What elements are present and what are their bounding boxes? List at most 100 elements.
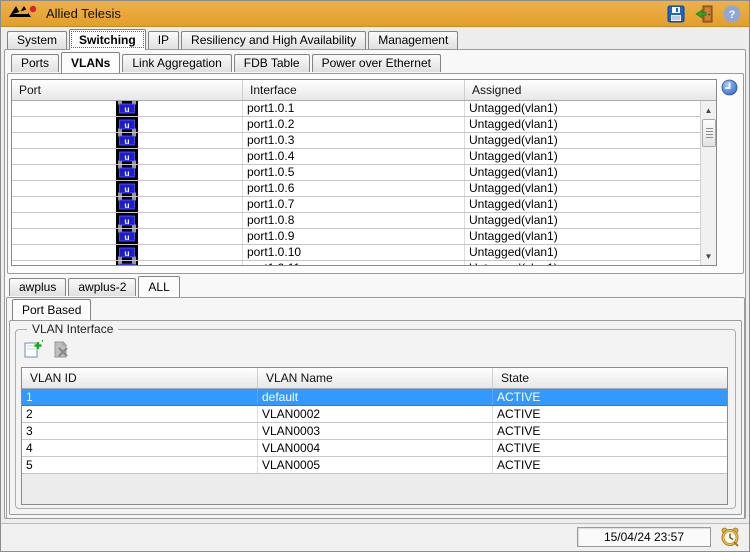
vlan-name-cell: VLAN0004 xyxy=(258,440,493,456)
port-interface-cell: port1.0.10 xyxy=(243,245,465,260)
svg-text:u: u xyxy=(124,136,129,146)
scrollbar-thumb[interactable] xyxy=(702,119,716,147)
vlan-name-cell: VLAN0005 xyxy=(258,457,493,473)
vlan-row[interactable]: 4VLAN0004ACTIVE xyxy=(22,440,727,457)
svg-text:?: ? xyxy=(728,9,735,21)
column-header-vlan-id[interactable]: VLAN ID xyxy=(22,368,258,388)
port-table-scrollbar[interactable]: ▲ ▼ xyxy=(700,101,716,265)
port-assigned-cell: Untagged(vlan1) xyxy=(465,245,701,260)
port-assigned-cell: Untagged(vlan1) xyxy=(465,197,701,212)
vlan-table: VLAN ID VLAN Name State 1defaultACTIVE2V… xyxy=(21,367,728,505)
untagged-port-icon: u xyxy=(116,133,138,148)
polling-clock-icon[interactable] xyxy=(721,79,738,96)
add-vlan-button[interactable] xyxy=(23,339,43,359)
port-table-body: uport1.0.1Untagged(vlan1)uport1.0.2Untag… xyxy=(12,101,701,265)
svg-text:u: u xyxy=(124,232,129,242)
datetime-display: 15/04/24 23:57 xyxy=(577,527,711,547)
untagged-port-icon: u xyxy=(116,165,138,180)
tab-resiliency[interactable]: Resiliency and High Availability xyxy=(181,31,366,49)
vlan-table-header: VLAN ID VLAN Name State xyxy=(22,368,727,389)
port-row[interactable]: u port1.0.8Untagged(vlan1) xyxy=(12,213,701,229)
tab-switching[interactable]: Switching xyxy=(69,29,146,50)
vlan-id-cell: 4 xyxy=(22,440,258,456)
vlan-id-cell: 5 xyxy=(22,457,258,473)
svg-text:u: u xyxy=(124,248,129,258)
port-assigned-cell: Untagged(vlan1) xyxy=(465,101,701,116)
port-row[interactable]: uport1.0.11Untagged(vlan1) xyxy=(12,261,701,265)
port-row[interactable]: uport1.0.2Untagged(vlan1) xyxy=(12,117,701,133)
switching-tab-bar: Ports VLANs Link Aggregation FDB Table P… xyxy=(11,52,443,72)
vlan-row[interactable]: 5VLAN0005ACTIVE xyxy=(22,457,727,474)
port-assigned-cell: Untagged(vlan1) xyxy=(465,165,701,180)
port-row[interactable]: u port1.0.7Untagged(vlan1) xyxy=(12,197,701,213)
column-header-port[interactable]: Port xyxy=(12,80,243,100)
tab-fdb-table[interactable]: FDB Table xyxy=(234,54,310,72)
vlan-id-cell: 3 xyxy=(22,423,258,439)
mode-tab-bar: Port Based xyxy=(12,299,93,319)
vlan-name-cell: VLAN0002 xyxy=(258,406,493,422)
scroll-up-icon[interactable]: ▲ xyxy=(701,103,716,117)
tab-ip[interactable]: IP xyxy=(148,31,179,49)
port-row[interactable]: uport1.0.6Untagged(vlan1) xyxy=(12,181,701,197)
port-row[interactable]: u port1.0.5Untagged(vlan1) xyxy=(12,165,701,181)
vlan-row[interactable]: 1defaultACTIVE xyxy=(22,389,727,406)
untagged-port-icon: u xyxy=(116,261,138,265)
port-row[interactable]: u port1.0.10Untagged(vlan1) xyxy=(12,245,701,261)
port-assigned-cell: Untagged(vlan1) xyxy=(465,117,701,132)
vlan-row[interactable]: 2VLAN0002ACTIVE xyxy=(22,406,727,423)
port-interface-cell: port1.0.8 xyxy=(243,213,465,228)
untagged-port-icon: u xyxy=(116,101,138,116)
tab-awplus-2[interactable]: awplus-2 xyxy=(68,278,136,296)
svg-text:u: u xyxy=(124,216,129,226)
untagged-port-icon: u xyxy=(116,229,138,244)
logout-icon[interactable] xyxy=(694,4,713,23)
untagged-port-icon: u xyxy=(116,181,138,196)
column-header-vlan-name[interactable]: VLAN Name xyxy=(258,368,493,388)
port-assigned-cell: Untagged(vlan1) xyxy=(465,213,701,228)
port-table-header: Port Interface Assigned xyxy=(12,80,716,101)
vlan-state-cell: ACTIVE xyxy=(493,423,727,439)
vlan-id-cell: 1 xyxy=(22,389,258,405)
svg-text:u: u xyxy=(124,264,129,265)
tab-vlans[interactable]: VLANs xyxy=(61,52,120,73)
tab-all[interactable]: ALL xyxy=(138,276,179,297)
vlan-state-cell: ACTIVE xyxy=(493,389,727,405)
title-bar: Allied Telesis xyxy=(1,1,749,27)
column-header-interface[interactable]: Interface xyxy=(243,80,465,100)
untagged-port-icon: u xyxy=(116,197,138,212)
port-interface-cell: port1.0.5 xyxy=(243,165,465,180)
column-header-state[interactable]: State xyxy=(493,368,727,388)
svg-text:u: u xyxy=(124,168,129,178)
vlan-state-cell: ACTIVE xyxy=(493,457,727,473)
vlan-row[interactable]: 3VLAN0003ACTIVE xyxy=(22,423,727,440)
tab-ports[interactable]: Ports xyxy=(11,54,59,72)
svg-text:u: u xyxy=(124,104,129,114)
status-bar: 15/04/24 23:57 xyxy=(1,523,749,551)
vlan-id-cell: 2 xyxy=(22,406,258,422)
scroll-down-icon[interactable]: ▼ xyxy=(701,249,716,263)
vlan-name-cell: default xyxy=(258,389,493,405)
port-row[interactable]: uport1.0.4Untagged(vlan1) xyxy=(12,149,701,165)
column-header-assigned[interactable]: Assigned xyxy=(465,80,716,100)
tab-management[interactable]: Management xyxy=(368,31,458,49)
svg-text:u: u xyxy=(124,184,129,194)
untagged-port-icon: u xyxy=(116,117,138,132)
port-row[interactable]: uport1.0.3Untagged(vlan1) xyxy=(12,133,701,149)
port-interface-cell: port1.0.9 xyxy=(243,229,465,244)
tab-port-based[interactable]: Port Based xyxy=(12,299,91,320)
port-interface-cell: port1.0.7 xyxy=(243,197,465,212)
tab-link-aggregation[interactable]: Link Aggregation xyxy=(122,54,231,72)
save-icon[interactable] xyxy=(666,4,685,23)
help-icon[interactable]: ? xyxy=(722,4,741,23)
svg-text:u: u xyxy=(124,120,129,130)
tab-system[interactable]: System xyxy=(7,31,67,49)
tab-power-over-ethernet[interactable]: Power over Ethernet xyxy=(312,54,441,72)
tab-awplus[interactable]: awplus xyxy=(9,278,66,296)
untagged-port-icon: u xyxy=(116,149,138,164)
port-row[interactable]: uport1.0.1Untagged(vlan1) xyxy=(12,101,701,117)
clock-settings-icon[interactable] xyxy=(719,526,741,548)
port-row[interactable]: uport1.0.9Untagged(vlan1) xyxy=(12,229,701,245)
vlan-interface-label: VLAN Interface xyxy=(27,322,118,336)
port-assigned-cell: Untagged(vlan1) xyxy=(465,149,701,164)
delete-vlan-button xyxy=(51,339,71,359)
